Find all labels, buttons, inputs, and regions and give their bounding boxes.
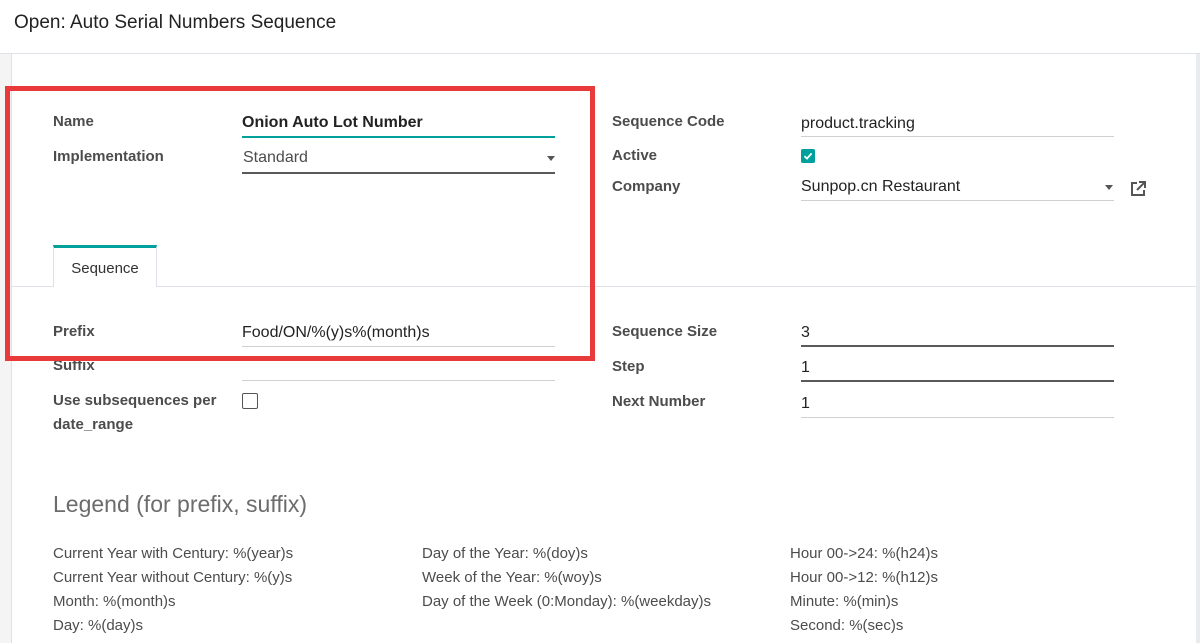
company-select[interactable]: Sunpop.cn Restaurant (801, 178, 960, 196)
check-icon (803, 152, 813, 160)
dialog-header: Open: Auto Serial Numbers Sequence (0, 0, 1200, 54)
next-number-underline (801, 417, 1114, 418)
legend-item: Current Year with Century: %(year)s (53, 545, 294, 562)
sequence-size-field[interactable]: 3 (801, 324, 810, 342)
legend-item: Hour 00->24: %(h24)s (790, 545, 938, 562)
scrollbar[interactable] (1196, 54, 1200, 643)
highlight-box (5, 86, 595, 361)
legend-item: Month: %(month)s (53, 593, 176, 610)
suffix-underline (242, 380, 555, 381)
sequence-code-label: Sequence Code (612, 113, 725, 130)
active-label: Active (612, 147, 658, 164)
sequence-size-label: Sequence Size (612, 323, 718, 340)
legend-item: Week of the Year: %(woy)s (422, 569, 602, 586)
step-underline (801, 380, 1114, 382)
legend-item: Second: %(sec)s (790, 617, 904, 634)
sequence-code-field[interactable]: product.tracking (801, 115, 915, 133)
company-underline (801, 200, 1114, 201)
next-number-field[interactable]: 1 (801, 395, 810, 413)
use-subsequences-checkbox[interactable] (242, 393, 258, 409)
sequence-code-underline (801, 136, 1114, 137)
legend-item: Day of the Week (0:Monday): %(weekday)s (422, 593, 712, 610)
step-field[interactable]: 1 (801, 359, 810, 377)
active-checkbox[interactable] (801, 149, 815, 163)
dialog-title: Open: Auto Serial Numbers Sequence (14, 12, 337, 33)
legend-item: Day: %(day)s (53, 617, 144, 634)
legend-item: Day of the Year: %(doy)s (422, 545, 588, 562)
use-subsequences-label-line1: Use subsequences per (53, 392, 217, 409)
external-link-icon[interactable] (1129, 180, 1147, 198)
legend-item: Minute: %(min)s (790, 593, 899, 610)
company-label: Company (612, 178, 681, 195)
legend-item: Hour 00->12: %(h12)s (790, 569, 938, 586)
chevron-down-icon[interactable] (1105, 185, 1113, 190)
legend-item: Current Year without Century: %(y)s (53, 569, 293, 586)
legend-title: Legend (for prefix, suffix) (53, 491, 307, 517)
sequence-size-underline (801, 345, 1114, 347)
next-number-label: Next Number (612, 393, 706, 410)
use-subsequences-label-line2: date_range (53, 416, 134, 433)
step-label: Step (612, 358, 645, 375)
